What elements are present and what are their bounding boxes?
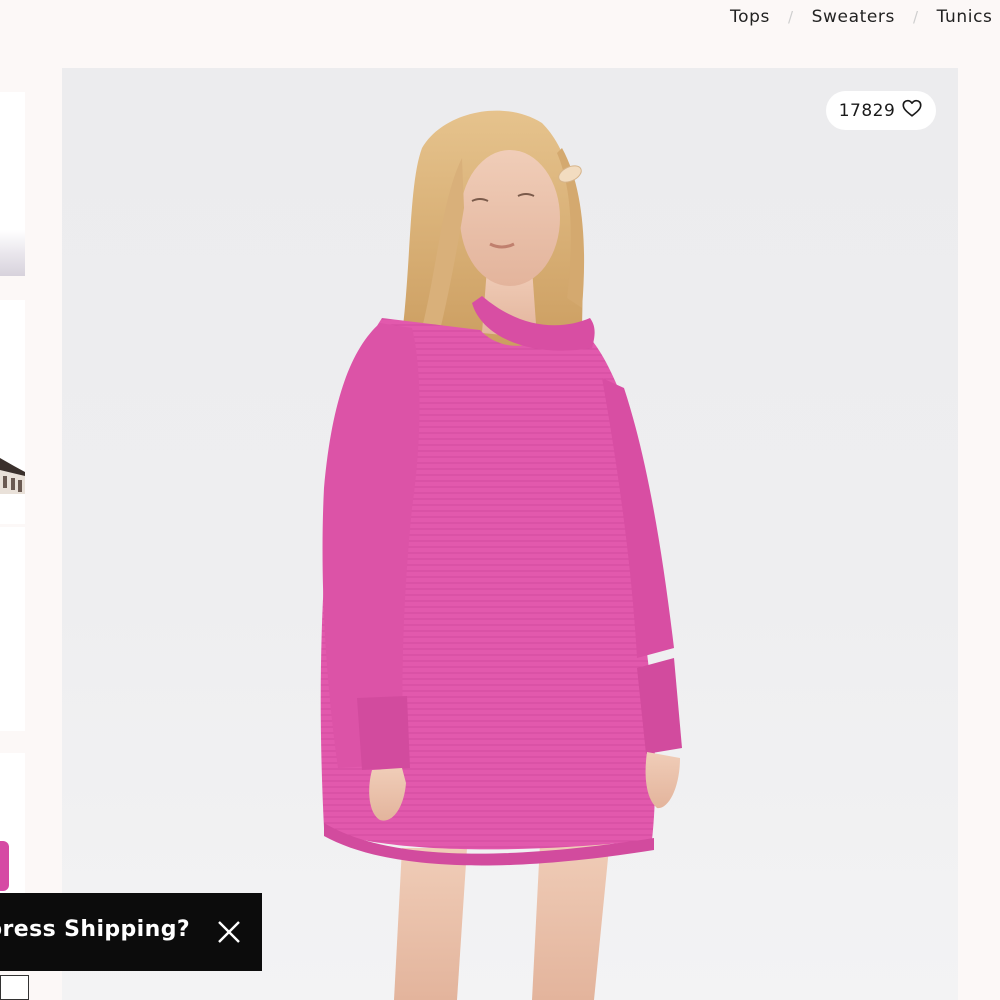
breadcrumb: Tops / Sweaters / Tunics (730, 6, 1000, 28)
product-thumbnail-5[interactable] (0, 975, 29, 1000)
heart-outline-icon (901, 97, 923, 124)
thumbnail-image (0, 841, 9, 891)
product-thumbnail-3[interactable] (0, 527, 25, 731)
breadcrumb-separator: / (787, 8, 794, 26)
product-thumbnail-2[interactable] (0, 300, 25, 524)
product-thumbnail-4[interactable] (0, 753, 25, 893)
like-count: 17829 (838, 100, 896, 121)
model-in-pink-sweater-image (320, 110, 682, 1000)
breadcrumb-sweaters[interactable]: Sweaters (812, 7, 895, 27)
promo-text: press Shipping? (0, 917, 190, 942)
breadcrumb-tunics[interactable]: Tunics (937, 7, 993, 27)
breadcrumb-separator: / (912, 8, 919, 26)
close-icon[interactable] (214, 917, 244, 947)
breadcrumb-tops[interactable]: Tops (730, 7, 770, 27)
product-main-image[interactable] (62, 68, 958, 1000)
like-button[interactable]: 17829 (826, 91, 936, 130)
thumbnail-image (0, 458, 25, 494)
product-thumbnail-1[interactable] (0, 92, 25, 276)
express-shipping-promo-banner[interactable]: press Shipping? (0, 893, 262, 971)
